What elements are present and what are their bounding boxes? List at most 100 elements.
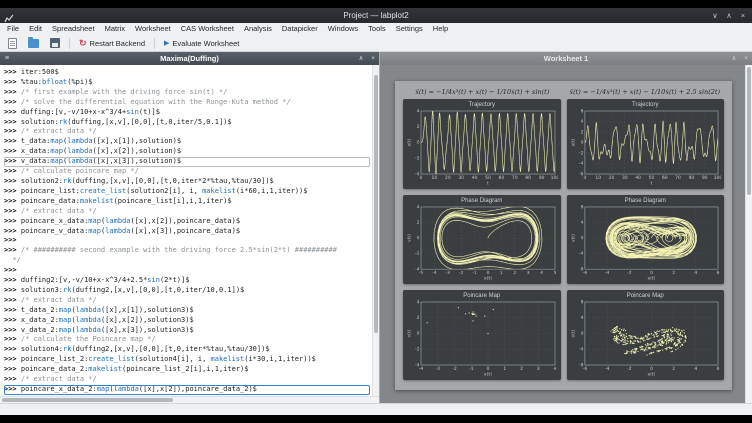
- maxima-panel-titlebar[interactable]: ≡ Maxima(Duffing) ∧ ×: [0, 52, 379, 65]
- evaluate-worksheet-button[interactable]: ▶ Evaluate Worksheet: [160, 38, 243, 49]
- menu-matrix[interactable]: Matrix: [100, 23, 130, 35]
- menu-worksheet[interactable]: Worksheet: [130, 23, 176, 35]
- scrollbar-handle[interactable]: [747, 67, 751, 195]
- minimize-icon[interactable]: ∨: [708, 8, 722, 23]
- close-icon[interactable]: ×: [736, 8, 750, 23]
- code-line[interactable]: >>> t_data:map(lambda([x],x[1]),solution…: [4, 137, 370, 147]
- code-line[interactable]: >>> /* extract data */: [4, 375, 370, 385]
- code-text: (duffing,[x,v],[0,0],[t,0,iter*2*%tau,%t…: [71, 177, 273, 185]
- code-function: sin: [126, 108, 139, 116]
- panel-close-icon[interactable]: ×: [740, 52, 752, 65]
- code-line[interactable]: >>> /* extract data */: [4, 127, 370, 137]
- code-text: (duffing,[x,v],[0,0],[t,0,iter/5,0.1])$: [67, 118, 231, 126]
- window-controls: ∨ ∧ ×: [708, 8, 750, 23]
- code-prompt: >>>: [4, 345, 21, 353]
- code-line[interactable]: >>> /* extract data */: [4, 207, 370, 217]
- restart-backend-label: Restart Backend: [90, 39, 145, 48]
- code-line[interactable]: >>> x_data_2:map(lambda([x],x[2]),soluti…: [4, 316, 370, 326]
- app-icon: [4, 11, 14, 21]
- cas-worksheet-panel: ≡ Maxima(Duffing) ∧ × >>> iter:500$>>> %…: [0, 52, 380, 403]
- code-line[interactable]: >>> t_data_2:map(lambda([x],x[1]),soluti…: [4, 306, 370, 316]
- maxima-session[interactable]: >>> iter:500$>>> %tau:bfloat(%pi)$>>> /*…: [0, 65, 372, 396]
- code-line[interactable]: >>> poincare_x_data:map(lambda([x],x[2])…: [4, 217, 370, 227]
- open-project-button[interactable]: [24, 37, 43, 49]
- plot-trajectory-left[interactable]: Trajectory: [403, 99, 561, 189]
- code-line[interactable]: >>> %tau:bfloat(%pi)$: [4, 78, 370, 88]
- menu-tools[interactable]: Tools: [363, 23, 391, 35]
- code-line[interactable]: >>> poincare_data:makelist(poincare_list…: [4, 197, 370, 207]
- code-prompt: >>>: [4, 98, 21, 106]
- menu-help[interactable]: Help: [428, 23, 453, 35]
- code-horizontal-scrollbar[interactable]: [0, 396, 379, 403]
- code-line[interactable]: >>>: [4, 236, 370, 246]
- code-line[interactable]: >>> /* first example with the driving fo…: [4, 88, 370, 98]
- maximize-icon[interactable]: ∧: [722, 8, 736, 23]
- code-prompt: >>>: [4, 276, 21, 284]
- new-document-button[interactable]: [4, 37, 21, 50]
- scrollbar-handle[interactable]: [374, 75, 378, 333]
- code-function: makelist: [202, 187, 236, 195]
- code-line[interactable]: >>> /* solve the differential equation w…: [4, 98, 370, 108]
- code-prompt: >>>: [4, 68, 21, 76]
- restart-backend-button[interactable]: ↻ Restart Backend: [75, 38, 149, 49]
- code-line[interactable]: >>> poincare_x_data_2:map(lambda([x],x[2…: [4, 385, 370, 395]
- plot-canvas: [570, 205, 722, 282]
- scrollbar-handle[interactable]: [2, 398, 173, 402]
- save-project-button[interactable]: [46, 37, 64, 49]
- plot-trajectory-right[interactable]: Trajectory: [567, 99, 725, 189]
- code-line[interactable]: >>> v_data:map(lambda([x],x[3]),solution…: [4, 157, 370, 167]
- code-text: poincare_list_2:: [21, 355, 88, 363]
- code-line[interactable]: >>> duffing:[v,-v/10+x-x^3/4+sin(t)]$: [4, 108, 370, 118]
- code-line[interactable]: >>> /* extract data */: [4, 296, 370, 306]
- panel-maximize-icon[interactable]: ∧: [728, 52, 740, 65]
- code-line[interactable]: >>> poincare_v_data:map(lambda([x],x[3])…: [4, 227, 370, 237]
- menu-settings[interactable]: Settings: [391, 23, 428, 35]
- code-line[interactable]: >>> /* calculate poincare map */: [4, 167, 370, 177]
- code-line[interactable]: >>>: [4, 266, 370, 276]
- plot-phase-diagram-left[interactable]: Phase Diagram: [403, 195, 561, 285]
- code-line[interactable]: >>> solution:rk(duffing,[x,v],[0,0],[t,0…: [4, 118, 370, 128]
- code-prompt: >>>: [4, 197, 21, 205]
- menu-edit[interactable]: Edit: [24, 23, 47, 35]
- code-line[interactable]: >>> x_data:map(lambda([x],x[2]),solution…: [4, 147, 370, 157]
- plot-poincare-map-left[interactable]: Poincare Map: [403, 290, 561, 380]
- code-text: solution4:: [21, 345, 63, 353]
- panel-maximize-icon[interactable]: ∧: [355, 52, 367, 65]
- menu-cas-worksheet[interactable]: CAS Worksheet: [176, 23, 239, 35]
- worksheet-vertical-scrollbar[interactable]: [745, 65, 752, 403]
- code-line[interactable]: >>> duffing2:[v,-v/10+x-x^3/4+2.5*sin(2*…: [4, 276, 370, 286]
- code-line[interactable]: */: [4, 256, 370, 266]
- plot-phase-diagram-right[interactable]: Phase Diagram: [567, 195, 725, 285]
- code-prompt: >>>: [4, 365, 21, 373]
- menu-file[interactable]: File: [2, 23, 24, 35]
- code-line[interactable]: >>> solution4:rk(duffing2,[x,v],[0,0],[t…: [4, 345, 370, 355]
- code-line[interactable]: >>> poincare_data_2:makelist(poincare_li…: [4, 365, 370, 375]
- code-line[interactable]: >>> /* calculate the Poincare map */: [4, 335, 370, 345]
- code-prompt: >>>: [4, 217, 21, 225]
- toolbar-separator: [69, 38, 70, 49]
- code-line[interactable]: >>> poincare_list_2:create_list(solution…: [4, 355, 370, 365]
- panel-close-icon[interactable]: ×: [367, 52, 379, 65]
- plot-canvas: [406, 300, 558, 377]
- worksheet-panel-titlebar[interactable]: Worksheet 1 ∧ ×: [380, 52, 752, 65]
- plot-poincare-map-right[interactable]: Poincare Map: [567, 290, 725, 380]
- code-line[interactable]: >>> poincare_list:create_list(solution2[…: [4, 187, 370, 197]
- menu-spreadsheet[interactable]: Spreadsheet: [47, 23, 100, 35]
- code-text: poincare_x_data:: [21, 217, 88, 225]
- code-line[interactable]: >>> iter:500$: [4, 68, 370, 78]
- menu-datapicker[interactable]: Datapicker: [277, 23, 323, 35]
- code-function: lambda: [105, 227, 130, 235]
- panel-menu-icon[interactable]: ≡: [0, 52, 14, 65]
- window-titlebar[interactable]: Project — labplot2 ∨ ∧ ×: [0, 8, 752, 23]
- code-vertical-scrollbar[interactable]: [372, 65, 379, 396]
- code-line[interactable]: >>> solution2:rk(duffing,[x,v],[0,0],[t,…: [4, 177, 370, 187]
- code-comment: /* extract data */: [21, 296, 97, 304]
- main-content: ≡ Maxima(Duffing) ∧ × >>> iter:500$>>> %…: [0, 52, 752, 403]
- worksheet-view[interactable]: ẍ(t) = −1/4x³(t) + x(t) − 1/10ẋ(t) + sin…: [380, 65, 745, 403]
- code-prompt: >>>: [4, 316, 21, 324]
- menu-windows[interactable]: Windows: [323, 23, 363, 35]
- code-line[interactable]: >>> solution3:rk(duffing2,[x,v],[0,0],[t…: [4, 286, 370, 296]
- menu-analysis[interactable]: Analysis: [239, 23, 277, 35]
- code-line[interactable]: >>> /* ########## second example with th…: [4, 246, 370, 256]
- code-line[interactable]: >>> v_data_2:map(lambda([x],x[3]),soluti…: [4, 326, 370, 336]
